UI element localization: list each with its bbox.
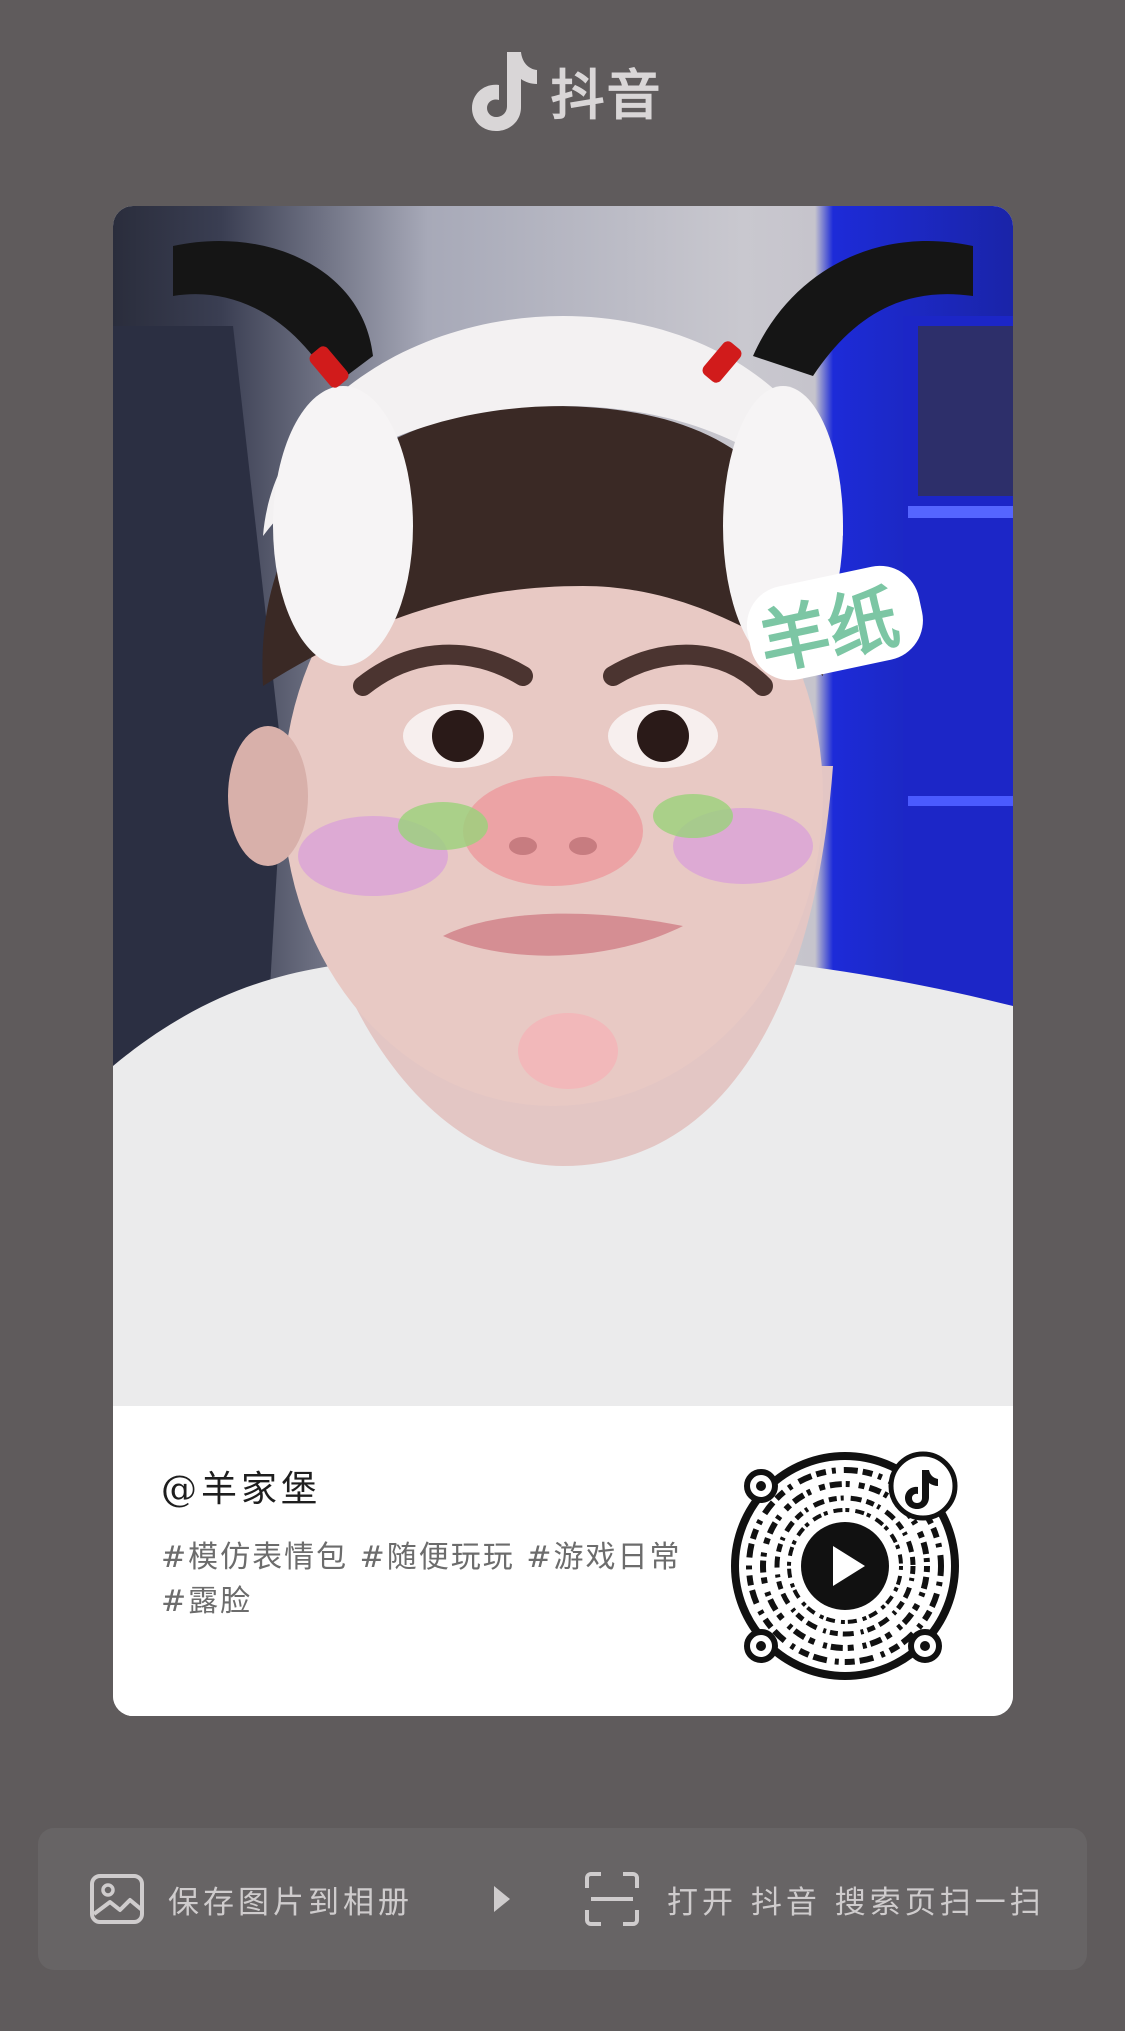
save-to-album-button[interactable]: 保存图片到相册 xyxy=(88,1864,413,1934)
scan-label: 打开 抖音 搜索页扫一扫 xyxy=(667,1884,1045,1921)
hashtags: #模仿表情包 #随便玩玩 #游戏日常 #露脸 xyxy=(161,1540,682,1619)
action-bar: 保存图片到相册 打开 抖音 搜索页扫一扫 xyxy=(38,1828,1087,1970)
video-cover-photo[interactable]: 羊纸 xyxy=(113,206,1013,1406)
save-label: 保存图片到相册 xyxy=(168,1884,413,1921)
author-username[interactable]: @羊家堡 xyxy=(161,1460,321,1512)
play-triangle-icon xyxy=(494,1886,510,1912)
qr-code-with-play-icon xyxy=(731,1451,959,1680)
card-info: @羊家堡 #模仿表情包 #随便玩玩 #游戏日常 #露脸 xyxy=(113,1406,1013,1716)
brand-name: 抖音 xyxy=(550,63,663,127)
image-icon xyxy=(90,1874,144,1924)
tiktok-note-icon xyxy=(471,52,537,131)
share-card: 羊纸 @羊家堡 #模仿表情包 #随便玩玩 #游戏日常 #露脸 xyxy=(113,206,1013,1716)
photo-illustration: 羊纸 xyxy=(113,240,1013,1406)
scan-in-douyin-button[interactable]: 打开 抖音 搜索页扫一扫 xyxy=(583,1864,1045,1934)
scan-frame-icon xyxy=(585,1872,639,1926)
app-header: 抖音 xyxy=(0,40,1125,140)
